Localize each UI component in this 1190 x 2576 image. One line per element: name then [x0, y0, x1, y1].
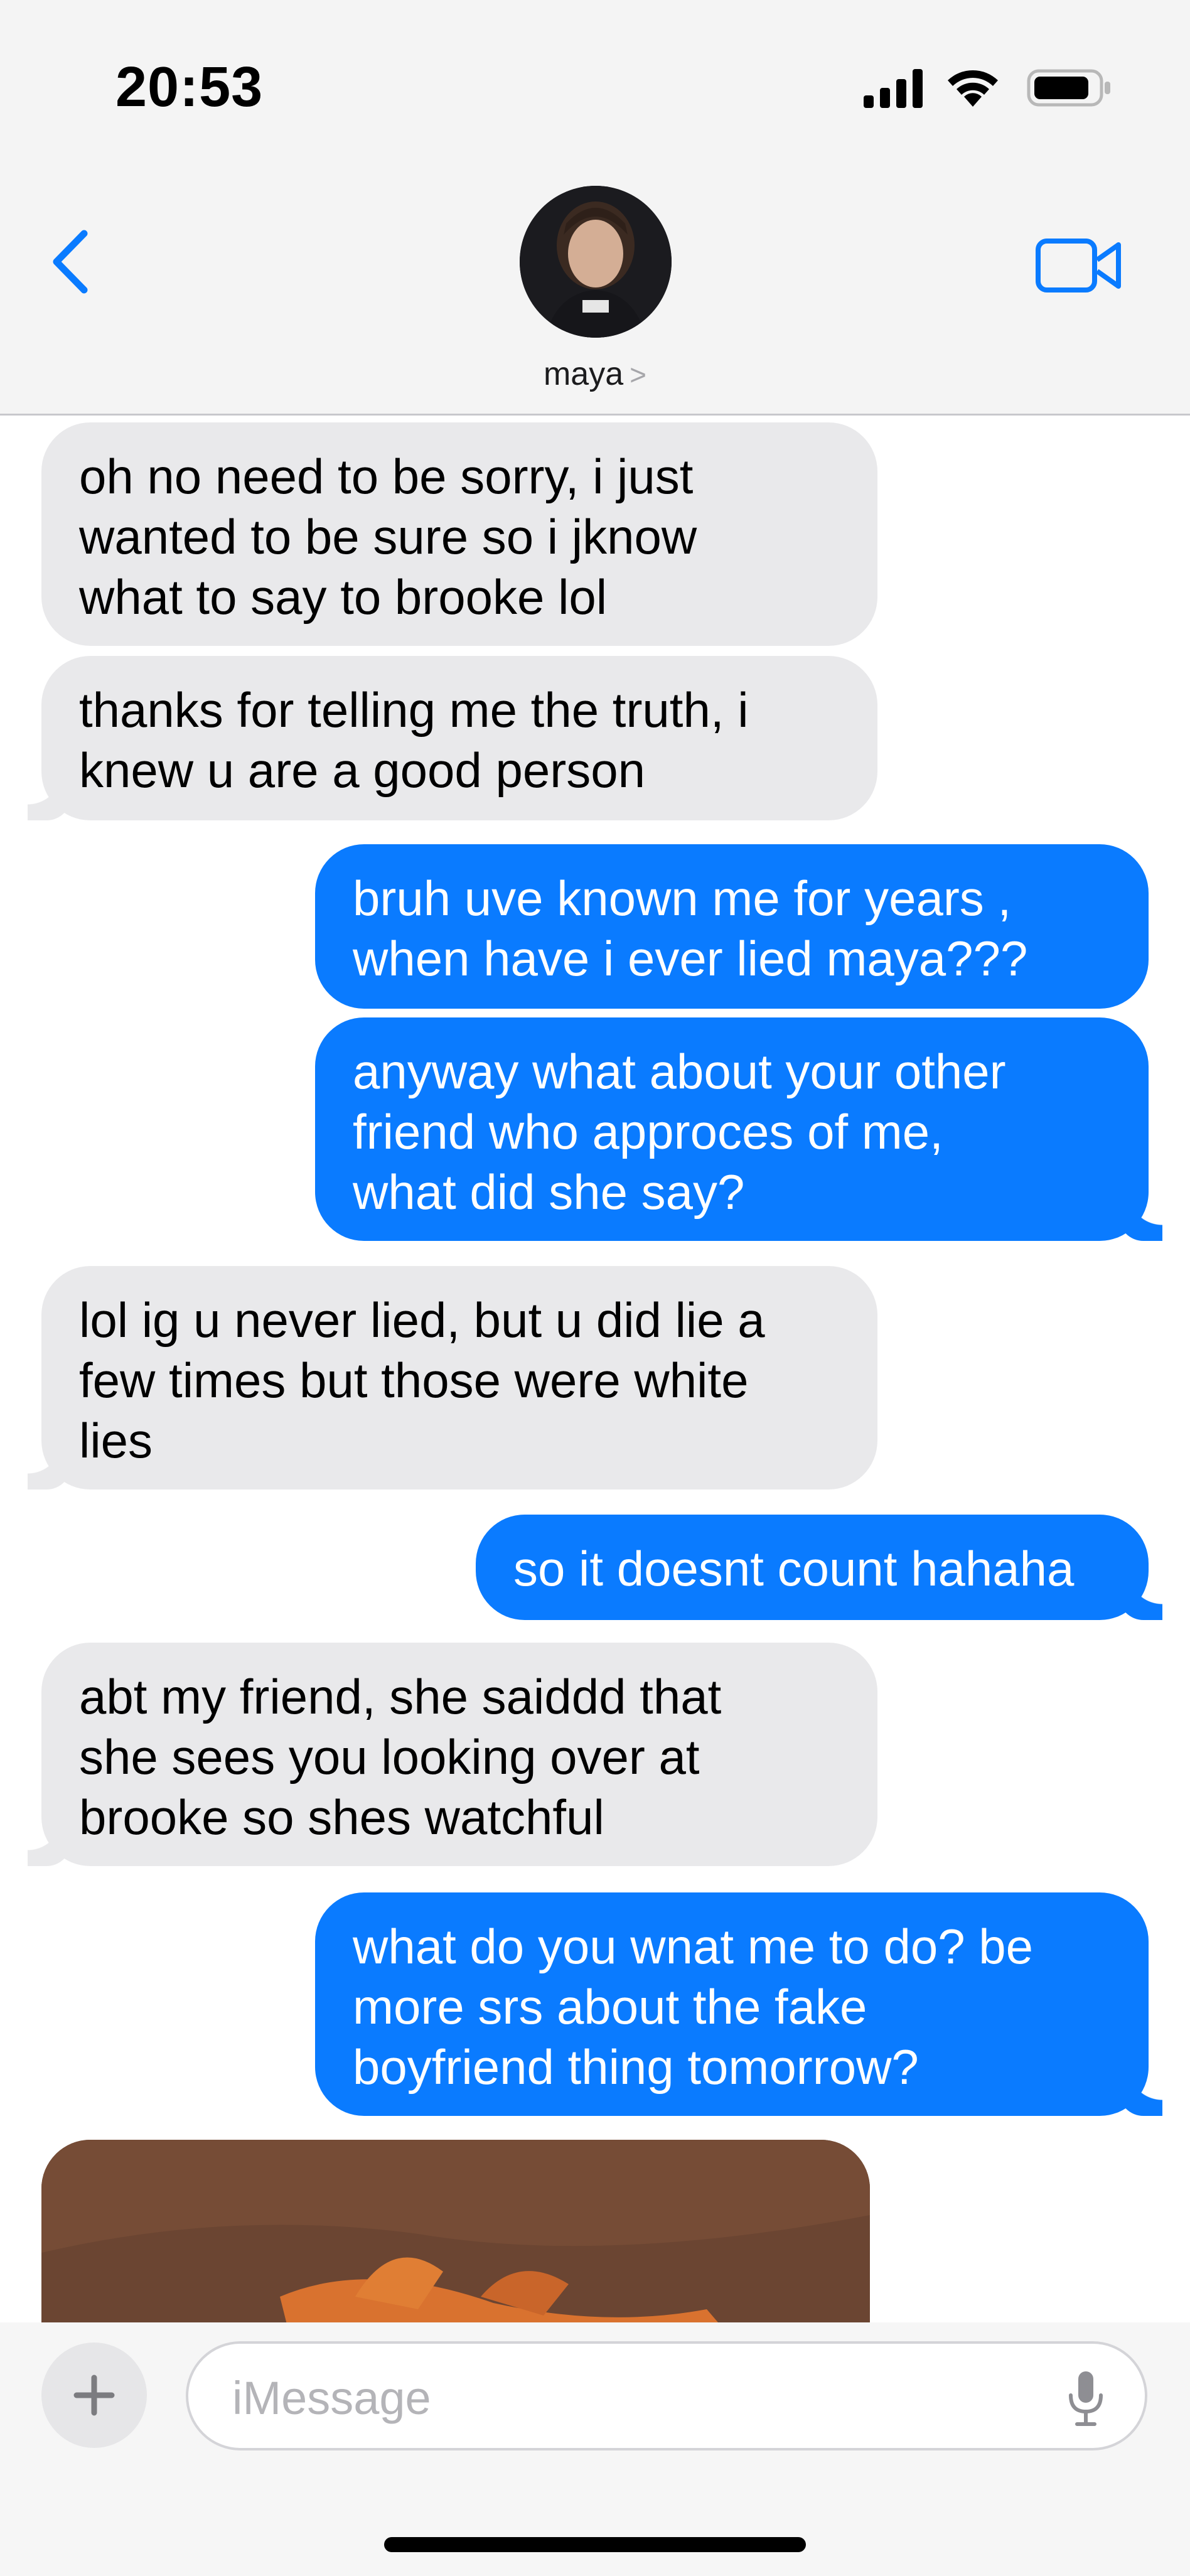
- message-incoming[interactable]: abt my friend, she saiddd that she sees …: [28, 1643, 877, 1866]
- message-input[interactable]: [232, 2369, 1048, 2427]
- messages-screen: 20:53 maya > oh no need to be sorry, i j…: [0, 0, 1190, 2576]
- message-incoming[interactable]: lol ig u never lied, but u did lie a few…: [28, 1266, 877, 1489]
- message-outgoing[interactable]: what do you wnat me to do? be more srs a…: [315, 1892, 1162, 2116]
- conversation-header: 20:53 maya >: [0, 0, 1190, 416]
- cellular-signal-icon: [864, 69, 923, 108]
- microphone-icon[interactable]: [1066, 2369, 1106, 2427]
- chevron-right-icon: >: [630, 358, 647, 391]
- video-camera-icon[interactable]: [1036, 237, 1122, 294]
- message-outgoing[interactable]: so it doesnt count hahaha: [476, 1515, 1162, 1620]
- message-outgoing[interactable]: anyway what about your other friend who …: [315, 1017, 1162, 1241]
- avatar[interactable]: [520, 186, 672, 338]
- avatar-photo: [520, 186, 672, 338]
- message-thread[interactable]: oh no need to be sorry, i just wanted to…: [0, 417, 1190, 2322]
- photo-content: [41, 2140, 870, 2322]
- imessage-field[interactable]: [186, 2341, 1147, 2450]
- message-outgoing[interactable]: bruh uve known me for years , when have …: [315, 844, 1149, 1009]
- message-incoming[interactable]: thanks for telling me the truth, i knew …: [28, 656, 877, 820]
- contact-name-label: maya: [543, 356, 624, 392]
- message-incoming[interactable]: oh no need to be sorry, i just wanted to…: [41, 422, 877, 646]
- chevron-left-icon[interactable]: [48, 227, 93, 296]
- battery-icon: [1027, 69, 1110, 107]
- wifi-icon: [948, 70, 998, 107]
- add-attachment-button[interactable]: [41, 2343, 147, 2448]
- status-time: 20:53: [115, 56, 264, 119]
- home-indicator[interactable]: [384, 2537, 806, 2552]
- contact-name[interactable]: maya >: [0, 355, 1190, 393]
- photo-attachment[interactable]: [41, 2140, 870, 2322]
- plus-icon: [73, 2375, 115, 2416]
